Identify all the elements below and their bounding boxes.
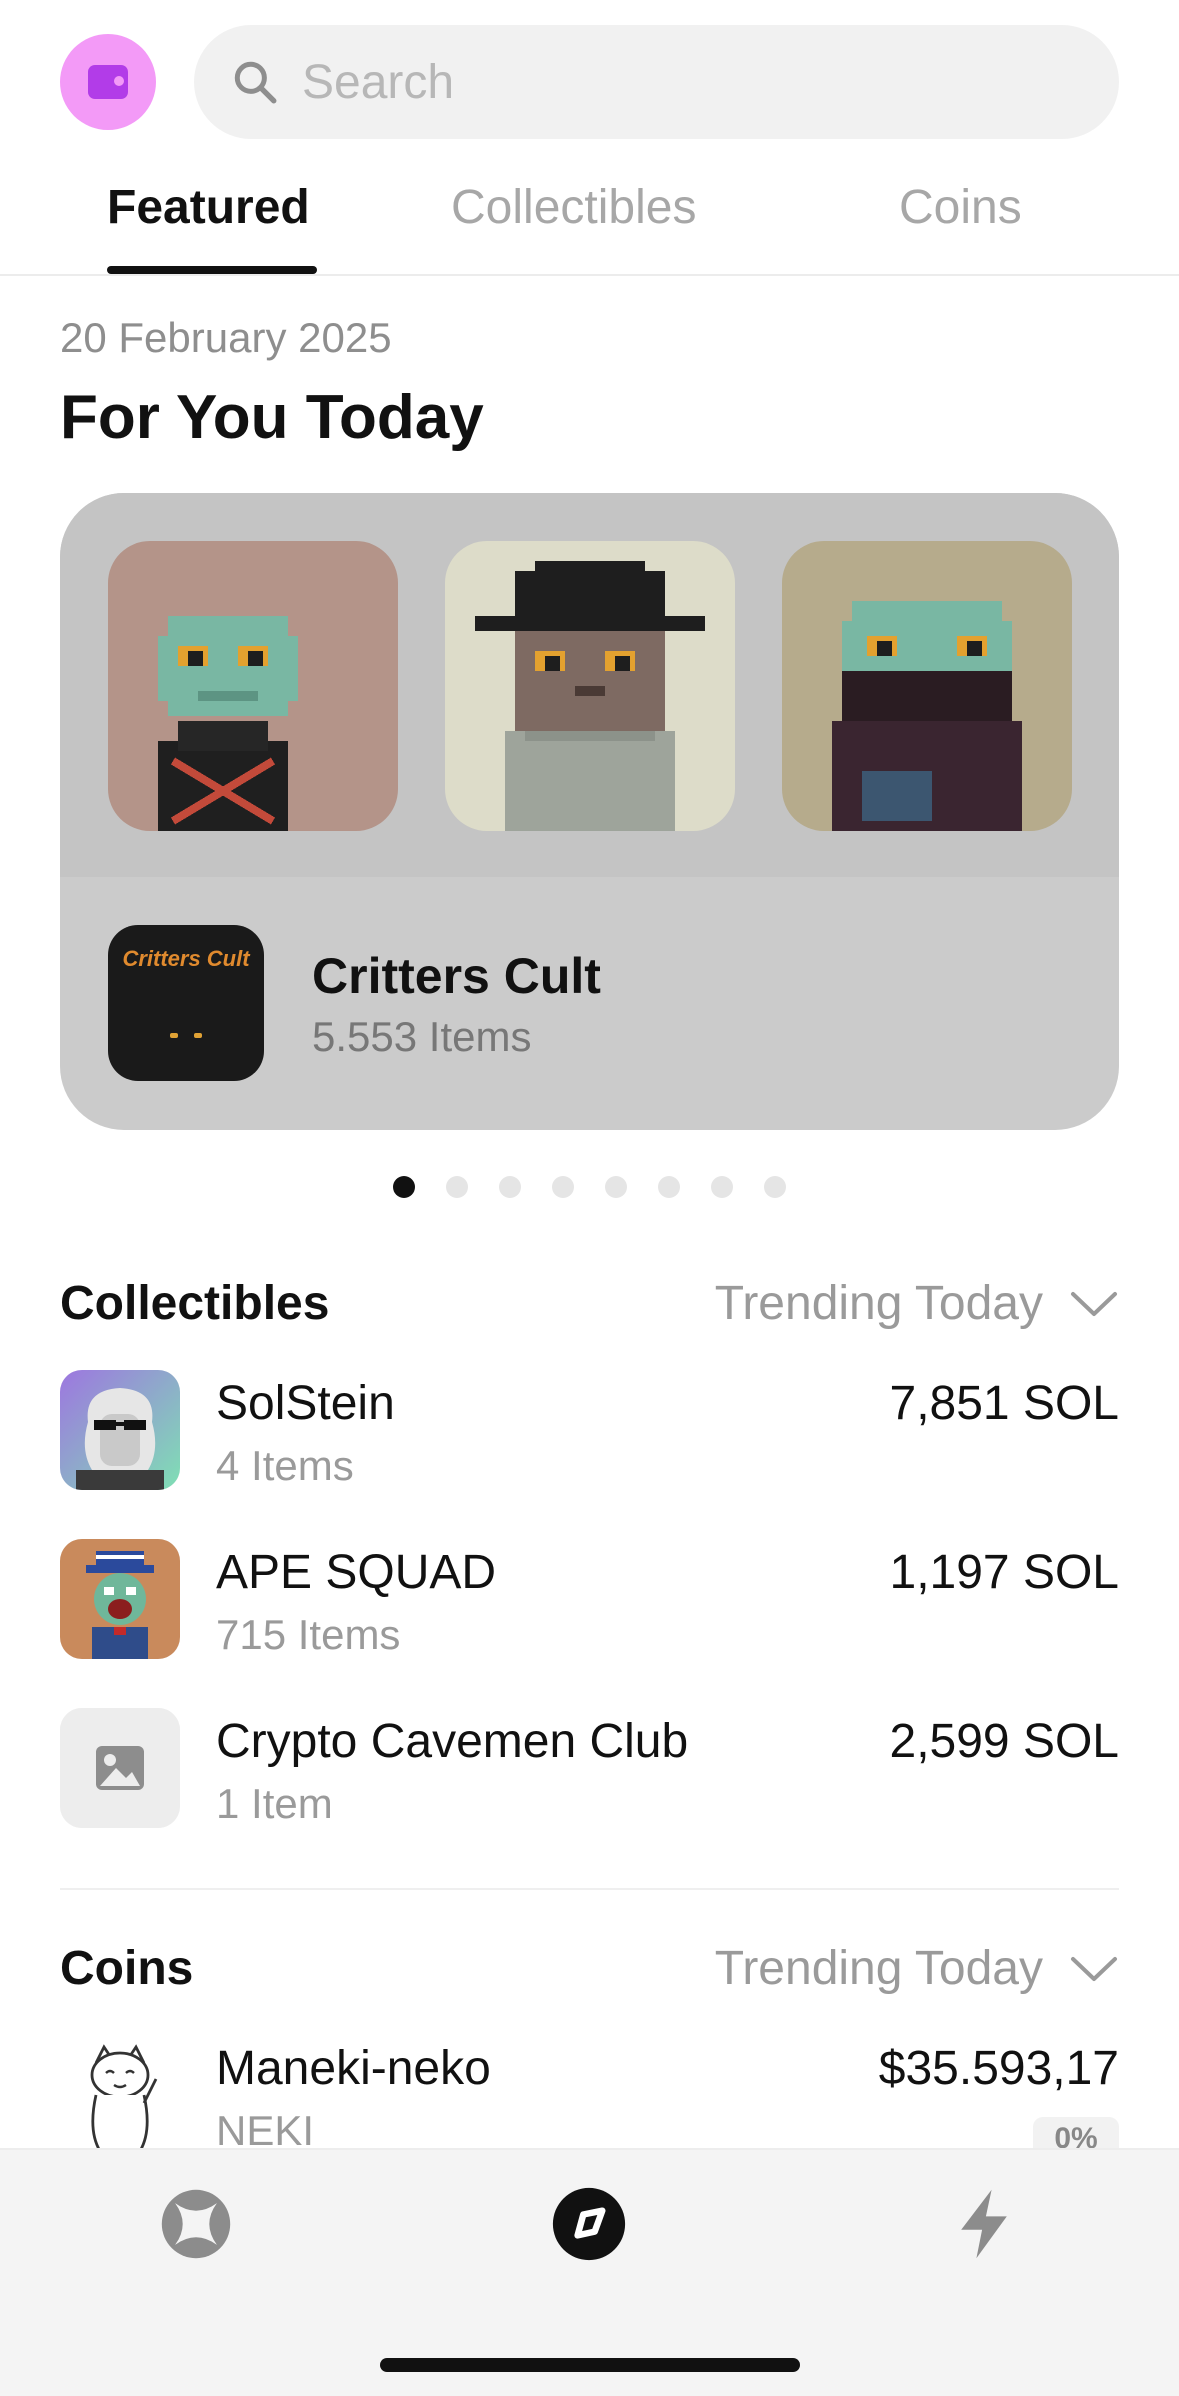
explore-icon <box>552 2187 626 2261</box>
activity-bolt-icon <box>961 2189 1007 2259</box>
floor-price: 7,851 SOL <box>889 1377 1120 1430</box>
coin-price: $35.593,17 <box>878 2042 1119 2095</box>
collection-name: Critters Cult <box>312 948 601 1004</box>
page-dot[interactable] <box>446 1176 468 1198</box>
nav-activity[interactable] <box>946 2186 1022 2262</box>
sort-dropdown[interactable]: Trending Today <box>715 1276 1119 1331</box>
search-input[interactable] <box>302 54 1002 110</box>
page-dot[interactable] <box>711 1176 733 1198</box>
wallet-icon <box>88 65 128 99</box>
bottom-navigation <box>0 2148 1179 2396</box>
sort-label: Trending Today <box>714 1277 1043 1330</box>
item-name: APE SQUAD <box>216 1546 497 1599</box>
coin-name: Maneki-neko <box>216 2042 491 2095</box>
tab-featured[interactable]: Featured <box>107 180 310 235</box>
list-item[interactable]: Maneki-neko NEKI $35.593,17 0% <box>60 2035 1119 2161</box>
carousel-pagination <box>0 1176 1179 1200</box>
chevron-down-icon <box>1071 1956 1117 1981</box>
nft-preview-strip <box>60 493 1119 877</box>
nft-preview-image[interactable] <box>445 541 735 831</box>
chevron-down-icon <box>1071 1291 1117 1316</box>
search-icon <box>234 61 277 104</box>
floor-price: 1,197 SOL <box>889 1546 1120 1599</box>
collection-item-count: 5.553 Items <box>312 1013 532 1060</box>
list-item[interactable]: APE SQUAD 715 Items 1,197 SOL <box>60 1539 1119 1661</box>
collection-thumbnail <box>60 1539 180 1659</box>
header <box>60 24 1119 140</box>
collection-thumbnail-placeholder <box>60 1708 180 1828</box>
lucky-cat-icon <box>60 2035 180 2155</box>
section-title: Collectibles <box>60 1277 330 1330</box>
featured-collection-card[interactable]: Critters Cult Critters Cult 5.553 Items <box>60 493 1119 1130</box>
search-bar[interactable] <box>194 25 1119 139</box>
section-title: Coins <box>60 1942 194 1995</box>
coin-thumbnail <box>60 2035 180 2155</box>
image-placeholder-icon <box>60 1708 180 1828</box>
list-item[interactable]: Crypto Cavemen Club 1 Item 2,599 SOL <box>60 1708 1119 1830</box>
collection-info: Critters Cult Critters Cult 5.553 Items <box>60 877 1119 1130</box>
item-count: 715 Items <box>216 1611 401 1658</box>
item-name: SolStein <box>216 1377 395 1430</box>
nft-preview-image[interactable] <box>108 541 398 831</box>
page-dot[interactable] <box>393 1176 415 1198</box>
page-dot[interactable] <box>605 1176 627 1198</box>
wallet-avatar-button[interactable] <box>60 34 156 130</box>
page-dot[interactable] <box>499 1176 521 1198</box>
sort-dropdown[interactable]: Trending Today <box>715 1941 1119 1996</box>
tab-collectibles[interactable]: Collectibles <box>451 180 696 235</box>
coins-section-header: Coins Trending Today <box>60 1937 1119 2007</box>
portfolio-icon <box>161 2189 231 2259</box>
page-dot[interactable] <box>552 1176 574 1198</box>
nav-explore[interactable] <box>551 2186 627 2262</box>
top-tabs: Featured Collectibles Coins <box>0 170 1179 276</box>
list-item[interactable]: SolStein 4 Items 7,851 SOL <box>60 1370 1119 1492</box>
featured-date: 20 February 2025 <box>60 314 392 361</box>
sort-label: Trending Today <box>714 1942 1043 1995</box>
item-count: 4 Items <box>216 1442 354 1489</box>
floor-price: 2,599 SOL <box>889 1715 1120 1768</box>
section-divider <box>60 1888 1119 1890</box>
collection-logo: Critters Cult <box>108 925 264 1081</box>
collectibles-section-header: Collectibles Trending Today <box>60 1272 1119 1342</box>
item-count: 1 Item <box>216 1780 333 1827</box>
nav-portfolio[interactable] <box>158 2186 234 2262</box>
item-name: Crypto Cavemen Club <box>216 1715 689 1768</box>
home-indicator <box>380 2358 800 2372</box>
collection-thumbnail <box>60 1370 180 1490</box>
section-heading: For You Today <box>60 383 484 452</box>
active-tab-indicator <box>107 266 317 274</box>
tab-coins[interactable]: Coins <box>899 180 1022 235</box>
page-dot[interactable] <box>658 1176 680 1198</box>
page-dot[interactable] <box>764 1176 786 1198</box>
nft-preview-image[interactable] <box>782 541 1072 831</box>
